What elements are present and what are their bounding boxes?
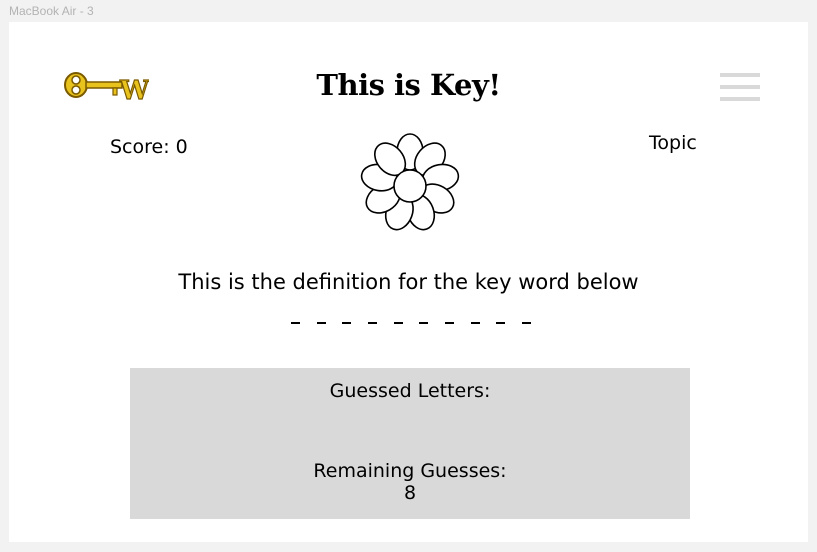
game-screen: W This is Key! Score: 0 Topic This is th… xyxy=(9,22,808,542)
frame-label: MacBook Air - 3 xyxy=(9,4,94,18)
word-definition: This is the definition for the key word … xyxy=(178,270,639,294)
remaining-guesses-value: 8 xyxy=(403,482,417,504)
letter-blank xyxy=(521,322,531,324)
guessed-letters-label: Guessed Letters: xyxy=(329,380,491,402)
letter-blank xyxy=(342,322,352,324)
hamburger-menu-icon[interactable] xyxy=(720,71,764,103)
letter-blank xyxy=(316,322,326,324)
remaining-guesses-label: Remaining Guesses: xyxy=(313,460,507,482)
letter-blank xyxy=(291,322,300,324)
score-display: Score: 0 xyxy=(110,136,188,158)
letter-blank xyxy=(393,322,403,324)
topic-label: Topic xyxy=(649,132,697,154)
flower-icon xyxy=(360,133,460,231)
letter-blank xyxy=(419,322,429,324)
letter-blank xyxy=(444,322,454,324)
guess-panel: Guessed Letters: Remaining Guesses: 8 xyxy=(130,368,690,519)
letter-blank xyxy=(470,322,480,324)
page-title: This is Key! xyxy=(316,68,501,102)
hidden-word xyxy=(291,312,531,324)
letter-blank xyxy=(367,322,377,324)
letter-blank xyxy=(496,322,506,324)
